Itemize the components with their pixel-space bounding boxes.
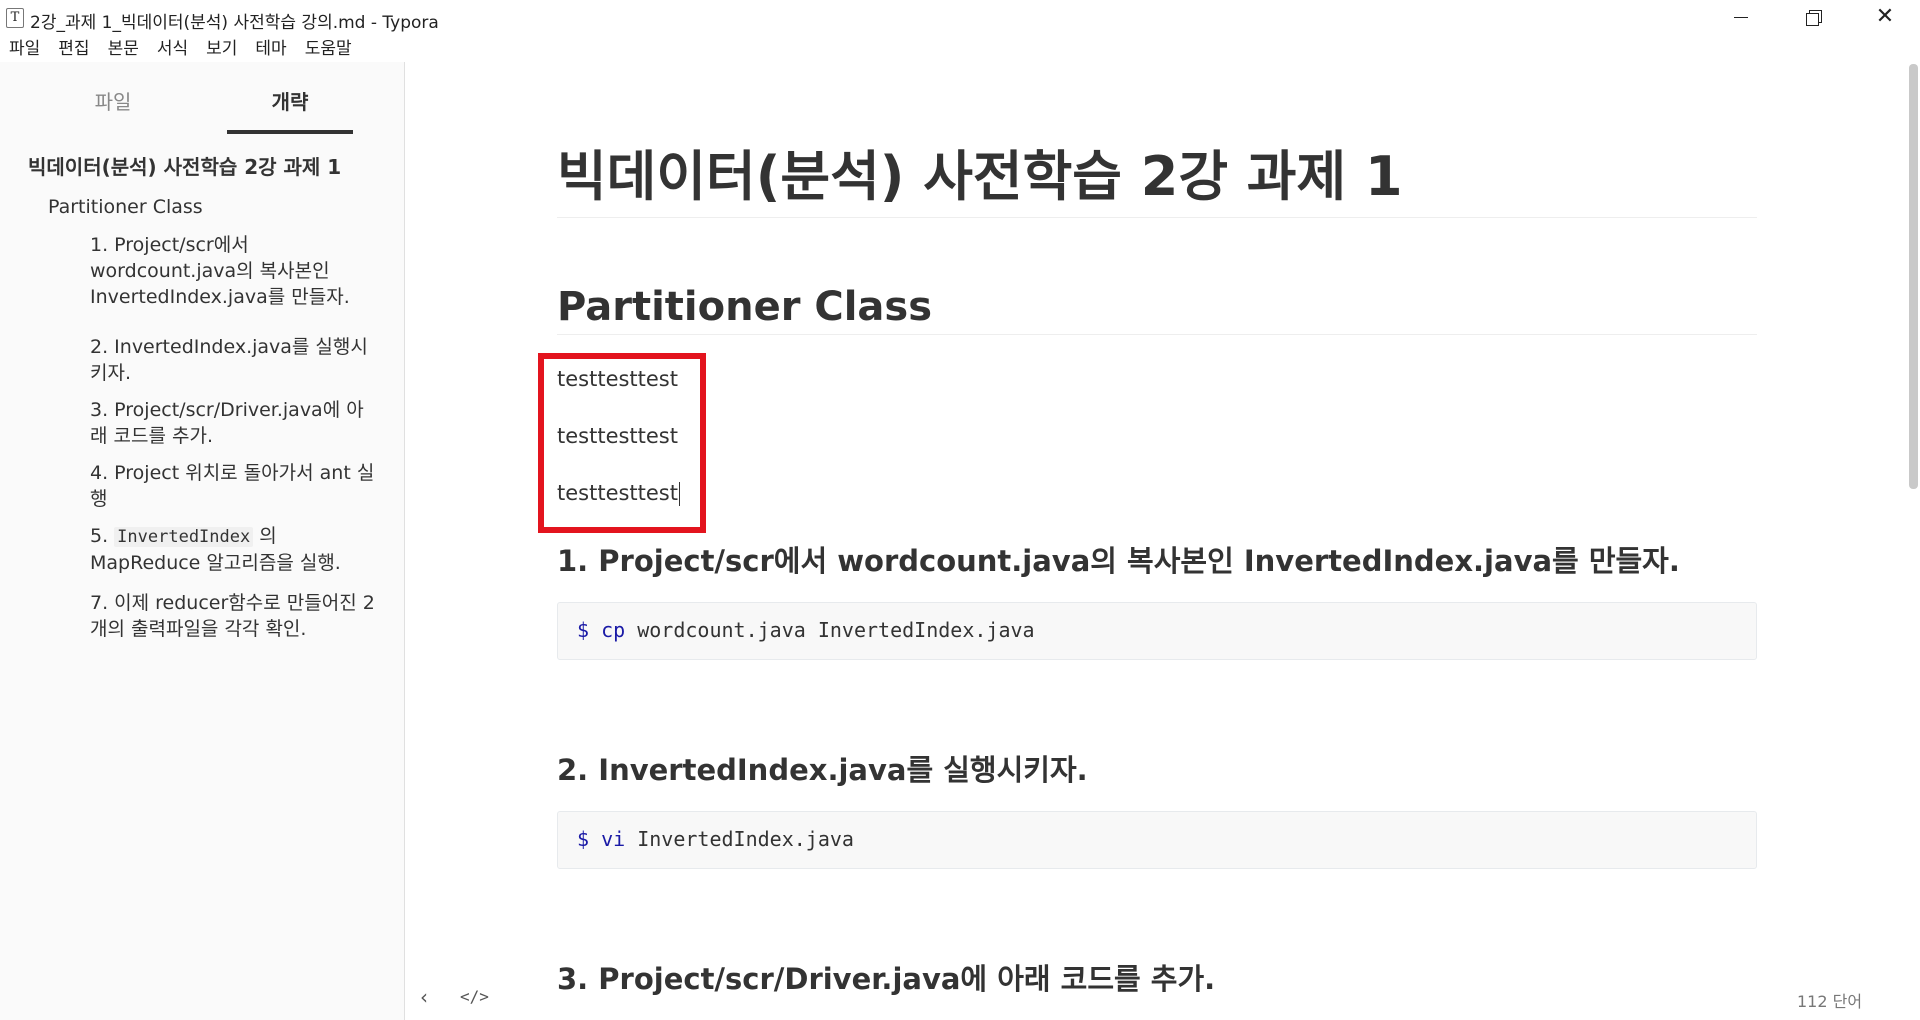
menu-bar: 파일 편집 본문 서식 보기 테마 도움말 <box>0 34 361 62</box>
sidebar: 파일 개략 빅데이터(분석) 사전학습 2강 과제 1 Partitioner … <box>0 62 405 1020</box>
vertical-scrollbar[interactable] <box>1906 62 1920 1020</box>
menu-paragraph[interactable]: 본문 <box>99 34 148 62</box>
outline-item-3[interactable]: 3. Project/scr/Driver.java에 아래 코드를 추가. <box>90 397 380 449</box>
minimize-button[interactable] <box>1710 0 1772 34</box>
word-count[interactable]: 112 단어 <box>1797 988 1862 1012</box>
outline-item-h2[interactable]: Partitioner Class <box>48 194 388 220</box>
maximize-button[interactable] <box>1782 0 1844 34</box>
tab-outline[interactable]: 개략 <box>227 86 353 134</box>
code-args: wordcount.java InvertedIndex.java <box>625 618 1035 642</box>
menu-format[interactable]: 서식 <box>148 34 197 62</box>
outline-item-h1[interactable]: 빅데이터(분석) 사전학습 2강 과제 1 <box>28 154 388 180</box>
tab-outline-label: 개략 <box>271 90 309 114</box>
highlight-annotation-box <box>538 353 706 533</box>
title-bar: T 2강_과제 1_빅데이터(분석) 사전학습 강의.md - Typora ✕ <box>0 0 1920 36</box>
minimize-icon <box>1734 16 1748 18</box>
outline-item-5-code: InvertedIndex <box>114 527 254 547</box>
menu-edit[interactable]: 편집 <box>49 34 98 62</box>
window-title: 2강_과제 1_빅데이터(분석) 사전학습 강의.md - Typora <box>30 13 439 33</box>
scrollbar-thumb[interactable] <box>1909 64 1918 489</box>
editor-area[interactable]: 빅데이터(분석) 사전학습 2강 과제 1 Partitioner Class … <box>406 62 1906 1020</box>
doc-heading-2[interactable]: Partitioner Class <box>557 284 1757 335</box>
typora-app-icon: T <box>6 8 24 28</box>
restore-icon <box>1806 10 1822 26</box>
outline-item-5[interactable]: 5. InvertedIndex 의 MapReduce 알고리즘을 실행. <box>90 523 380 576</box>
menu-view[interactable]: 보기 <box>197 34 246 62</box>
tab-files-label: 파일 <box>94 90 132 114</box>
outline-item-4[interactable]: 4. Project 위치로 돌아가서 ant 실행 <box>90 460 380 512</box>
doc-heading-3[interactable]: 1. Project/scr에서 wordcount.java의 복사본인 In… <box>557 538 1757 580</box>
outline-item-2[interactable]: 2. InvertedIndex.java를 실행시키자. <box>90 334 380 386</box>
doc-heading-1[interactable]: 빅데이터(분석) 사전학습 2강 과제 1 <box>557 132 1757 218</box>
menu-help[interactable]: 도움말 <box>296 34 361 62</box>
code-prompt: $ <box>577 827 590 851</box>
active-tab-indicator <box>227 130 353 134</box>
doc-heading-3[interactable]: 2. InvertedIndex.java를 실행시키자. <box>557 747 1757 789</box>
close-icon: ✕ <box>1875 4 1895 29</box>
code-command: cp <box>601 618 626 642</box>
tab-files[interactable]: 파일 <box>50 86 176 134</box>
code-args: InvertedIndex.java <box>625 827 854 851</box>
doc-heading-3[interactable]: 3. Project/scr/Driver.java에 아래 코드를 추가. <box>557 956 1757 998</box>
code-prompt: $ <box>577 618 590 642</box>
code-block[interactable]: $ cp wordcount.java InvertedIndex.java <box>557 602 1757 660</box>
sidebar-tabs: 파일 개략 <box>0 62 405 134</box>
code-command: vi <box>601 827 626 851</box>
code-block[interactable]: $ vi InvertedIndex.java <box>557 811 1757 869</box>
close-button[interactable]: ✕ <box>1854 0 1916 34</box>
menu-themes[interactable]: 테마 <box>246 34 295 62</box>
outline-item-7[interactable]: 7. 이제 reducer함수로 만들어진 2개의 출력파일을 각각 확인. <box>90 590 380 642</box>
outline-item-1[interactable]: 1. Project/scr에서 wordcount.java의 복사본인 In… <box>90 232 380 310</box>
outline-item-5-prefix: 5. <box>90 525 115 547</box>
menu-file[interactable]: 파일 <box>0 34 49 62</box>
